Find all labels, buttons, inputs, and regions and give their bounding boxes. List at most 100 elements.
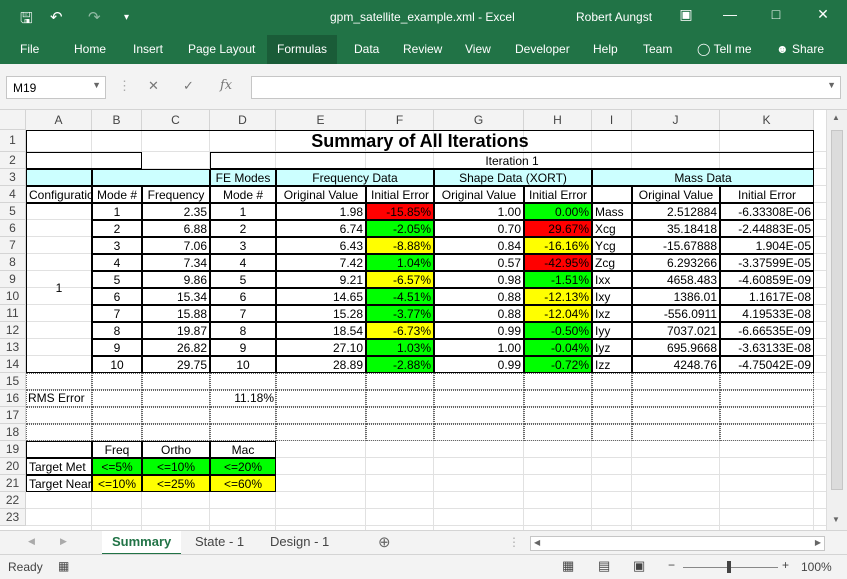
user-name[interactable]: Robert Aungst xyxy=(576,10,652,24)
dotted-cell[interactable] xyxy=(720,424,814,441)
dotted-cell[interactable] xyxy=(210,407,276,424)
sheet-tab-summary[interactable]: Summary xyxy=(102,531,182,555)
column-label-freq-original-header[interactable]: Original Value xyxy=(276,186,366,203)
column-header-d[interactable]: D xyxy=(210,110,276,130)
expand-formula-icon[interactable]: ▼ xyxy=(827,80,836,90)
row-header-20[interactable]: 20 xyxy=(0,458,26,475)
mass-original-value[interactable]: 7037.021 xyxy=(632,322,720,339)
column-label-mode-header[interactable]: Mode # xyxy=(92,186,142,203)
mode-number[interactable]: 7 xyxy=(92,305,142,322)
dotted-cell[interactable] xyxy=(720,390,814,407)
fe-mode-number[interactable]: 1 xyxy=(210,203,276,220)
freq-original-value[interactable]: 1.98 xyxy=(276,203,366,220)
mode-number[interactable]: 10 xyxy=(92,356,142,373)
mass-property-label[interactable]: Ycg xyxy=(592,237,632,254)
fe-mode-number[interactable]: 10 xyxy=(210,356,276,373)
dotted-cell[interactable] xyxy=(142,390,210,407)
dotted-cell[interactable] xyxy=(524,407,592,424)
tab-team[interactable]: Team xyxy=(633,35,682,64)
column-label-fe-mode-header[interactable]: Mode # xyxy=(210,186,276,203)
freq-initial-error[interactable]: -6.57% xyxy=(366,271,434,288)
mass-initial-error[interactable]: 1.1617E-08 xyxy=(720,288,814,305)
freq-initial-error[interactable]: -15.85% xyxy=(366,203,434,220)
mass-initial-error[interactable]: 4.19533E-08 xyxy=(720,305,814,322)
freq-initial-error[interactable]: -2.88% xyxy=(366,356,434,373)
next-sheet-icon[interactable]: ▶ xyxy=(60,536,67,547)
legend-header-ortho[interactable]: Ortho xyxy=(142,441,210,458)
shape-original-value[interactable]: 0.99 xyxy=(434,356,524,373)
dotted-cell[interactable] xyxy=(434,424,524,441)
dotted-cell[interactable] xyxy=(92,407,142,424)
dotted-cell[interactable] xyxy=(434,407,524,424)
rms-error-label[interactable]: RMS Error xyxy=(26,390,92,407)
freq-initial-error[interactable]: -3.77% xyxy=(366,305,434,322)
shape-original-value[interactable]: 0.70 xyxy=(434,220,524,237)
tab-home[interactable]: Home xyxy=(64,35,116,64)
mass-original-value[interactable]: -15.67888 xyxy=(632,237,720,254)
freq-initial-error[interactable]: -6.73% xyxy=(366,322,434,339)
row-header-16[interactable]: 16 xyxy=(0,390,26,407)
target-met-value[interactable]: <=10% xyxy=(142,458,210,475)
fe-mode-number[interactable]: 7 xyxy=(210,305,276,322)
minimize-icon[interactable]: — xyxy=(715,6,745,22)
mode-number[interactable]: 2 xyxy=(92,220,142,237)
scroll-left-icon[interactable]: ◀ xyxy=(534,538,540,547)
rms-error-value[interactable]: 11.18% xyxy=(210,390,276,407)
undo-icon[interactable]: ↶ xyxy=(50,8,63,26)
column-header-k[interactable]: K xyxy=(720,110,814,130)
column-header-e[interactable]: E xyxy=(276,110,366,130)
target-met-label[interactable]: Target Met xyxy=(26,458,92,475)
dotted-cell[interactable] xyxy=(92,373,142,390)
mass-initial-error[interactable]: 1.904E-05 xyxy=(720,237,814,254)
mass-property-label[interactable]: Ixy xyxy=(592,288,632,305)
row-header-12[interactable]: 12 xyxy=(0,322,26,339)
dotted-cell[interactable] xyxy=(632,390,720,407)
mode-number[interactable]: 9 xyxy=(92,339,142,356)
row-header-8[interactable]: 8 xyxy=(0,254,26,271)
prev-sheet-icon[interactable]: ◀ xyxy=(28,536,35,547)
frequency-value[interactable]: 7.34 xyxy=(142,254,210,271)
chevron-down-icon[interactable]: ▼ xyxy=(92,80,101,90)
enter-icon[interactable]: ✓ xyxy=(183,78,194,94)
freq-original-value[interactable]: 7.42 xyxy=(276,254,366,271)
configuration-value[interactable]: 1 xyxy=(26,203,92,373)
row-header-22[interactable]: 22 xyxy=(0,492,26,509)
column-label-mass-original-header[interactable]: Original Value xyxy=(632,186,720,203)
mass-property-label[interactable]: Ixz xyxy=(592,305,632,322)
mass-property-label[interactable]: Iyz xyxy=(592,339,632,356)
row-header-11[interactable]: 11 xyxy=(0,305,26,322)
tab-page-layout[interactable]: Page Layout xyxy=(178,35,265,64)
freq-original-value[interactable]: 15.28 xyxy=(276,305,366,322)
shape-initial-error[interactable]: -0.04% xyxy=(524,339,592,356)
tab-insert[interactable]: Insert xyxy=(123,35,173,64)
frequency-value[interactable]: 15.88 xyxy=(142,305,210,322)
tab-developer[interactable]: Developer xyxy=(505,35,580,64)
target-near-value[interactable]: <=60% xyxy=(210,475,276,492)
row-header-3[interactable]: 3 xyxy=(0,169,26,186)
freq-original-value[interactable]: 9.21 xyxy=(276,271,366,288)
blank-a3[interactable] xyxy=(26,169,92,186)
dotted-cell[interactable] xyxy=(26,373,92,390)
normal-view-icon[interactable]: ▦ xyxy=(562,558,574,574)
select-all-corner[interactable] xyxy=(0,110,26,130)
fe-mode-number[interactable]: 4 xyxy=(210,254,276,271)
shape-initial-error[interactable]: -12.13% xyxy=(524,288,592,305)
mass-initial-error[interactable]: -6.66535E-09 xyxy=(720,322,814,339)
mass-initial-error[interactable]: -4.75042E-09 xyxy=(720,356,814,373)
redo-icon[interactable]: ↷ xyxy=(88,8,101,26)
row-header-17[interactable]: 17 xyxy=(0,407,26,424)
column-header-f[interactable]: F xyxy=(366,110,434,130)
mass-property-label[interactable]: Iyy xyxy=(592,322,632,339)
row-header-5[interactable]: 5 xyxy=(0,203,26,220)
row-header-10[interactable]: 10 xyxy=(0,288,26,305)
target-near-value[interactable]: <=25% xyxy=(142,475,210,492)
sheet-tab-state-1[interactable]: State - 1 xyxy=(185,531,254,555)
tab-data[interactable]: Data xyxy=(344,35,389,64)
dotted-cell[interactable] xyxy=(276,407,366,424)
column-label-shape-error-header[interactable]: Initial Error xyxy=(524,186,592,203)
dotted-cell[interactable] xyxy=(524,424,592,441)
column-header-j[interactable]: J xyxy=(632,110,720,130)
dotted-cell[interactable] xyxy=(210,424,276,441)
target-near-label[interactable]: Target Near xyxy=(26,475,92,492)
ribbon-display-icon[interactable]: ▣ xyxy=(671,6,701,23)
